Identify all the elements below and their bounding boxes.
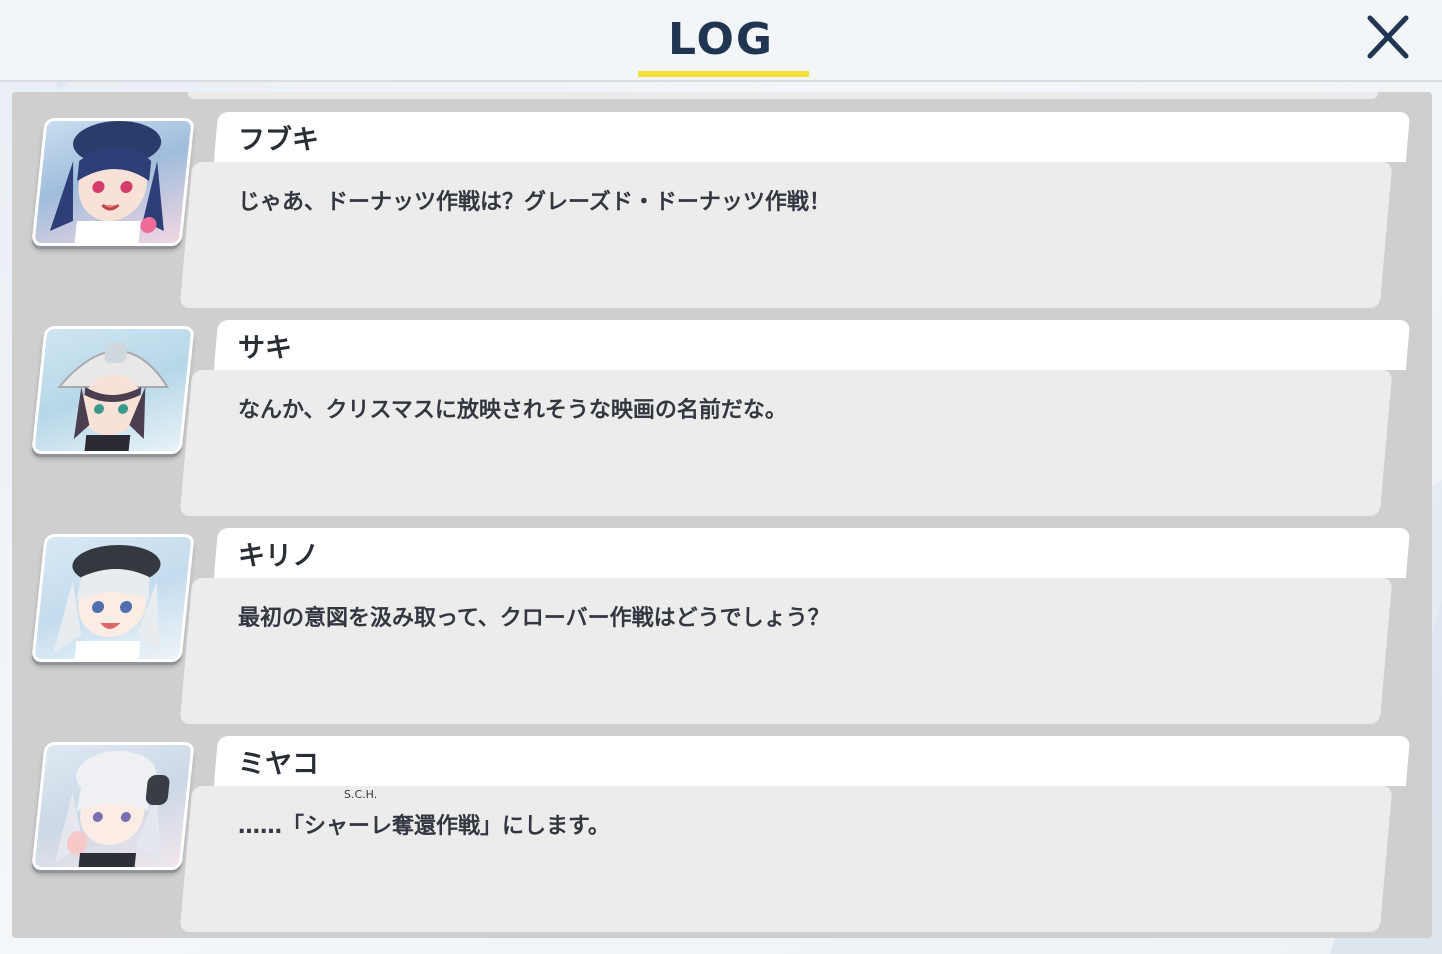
log-entry: フブキ じゃあ、ドーナッツ作戦は？グレーズド・ドーナッツ作戦！: [12, 92, 1432, 308]
log-header: LOG: [0, 0, 1442, 82]
ruby-term: S.C.H. シャーレ: [304, 788, 393, 840]
fubuki-portrait-icon: [49, 121, 164, 243]
dialogue-text: 最初の意図を汲み取って、クローバー作戦はどうでしょう？: [238, 606, 830, 631]
dialogue-text-prefix: ……「: [238, 814, 305, 839]
bubble-pointer: [192, 184, 206, 212]
log-list[interactable]: フブキ じゃあ、ドーナッツ作戦は？グレーズド・ドーナッツ作戦！ サキ なんか、ク…: [12, 92, 1432, 938]
speaker-avatar: [31, 118, 195, 246]
dialogue-text: ……「 S.C.H. シャーレ奪還作戦」にします。: [238, 788, 610, 840]
speaker-name: ミヤコ: [238, 749, 319, 780]
log-title: LOG: [668, 14, 774, 65]
ruby-annotation: S.C.H.: [344, 788, 378, 801]
speaker-name-tab: [213, 528, 1411, 578]
dialogue-text-rest: 奪還作戦」にします。: [392, 814, 610, 839]
close-button[interactable]: [1362, 14, 1414, 62]
speaker-avatar: [31, 534, 195, 662]
speaker-avatar: [31, 742, 195, 870]
dialogue-text: なんか、クリスマスに放映されそうな映画の名前だな。: [238, 398, 787, 423]
close-icon: [1367, 15, 1409, 59]
miyako-portrait-icon: [55, 751, 170, 867]
speaker-name: フブキ: [238, 125, 319, 156]
bubble-pointer: [192, 600, 206, 628]
kirino-portrait-icon: [53, 545, 161, 659]
log-entry: サキ なんか、クリスマスに放映されそうな映画の名前だな。: [12, 300, 1432, 516]
ruby-base: シャーレ: [304, 814, 393, 839]
log-entry: ミヤコ ……「 S.C.H. シャーレ奪還作戦」にします。: [12, 716, 1432, 932]
bubble-pointer: [192, 392, 206, 420]
speaker-avatar: [31, 326, 195, 454]
title-underline: [638, 71, 809, 77]
speaker-name-tab: [213, 736, 1411, 786]
speaker-name: サキ: [238, 333, 292, 364]
speaker-name-tab: [213, 320, 1411, 370]
dialogue-text: じゃあ、ドーナッツ作戦は？グレーズド・ドーナッツ作戦！: [238, 190, 831, 215]
log-entry: キリノ 最初の意図を汲み取って、クローバー作戦はどうでしょう？: [12, 508, 1432, 724]
bubble-pointer: [192, 808, 206, 836]
speaker-name: キリノ: [238, 541, 319, 572]
saki-portrait-icon: [57, 343, 170, 451]
speaker-name-tab: [213, 112, 1411, 162]
log-window: LOG フブキ じゃあ、ドーナッツ作戦は？グレーズド・ドーナッツ作戦！ サキ な…: [0, 0, 1442, 954]
